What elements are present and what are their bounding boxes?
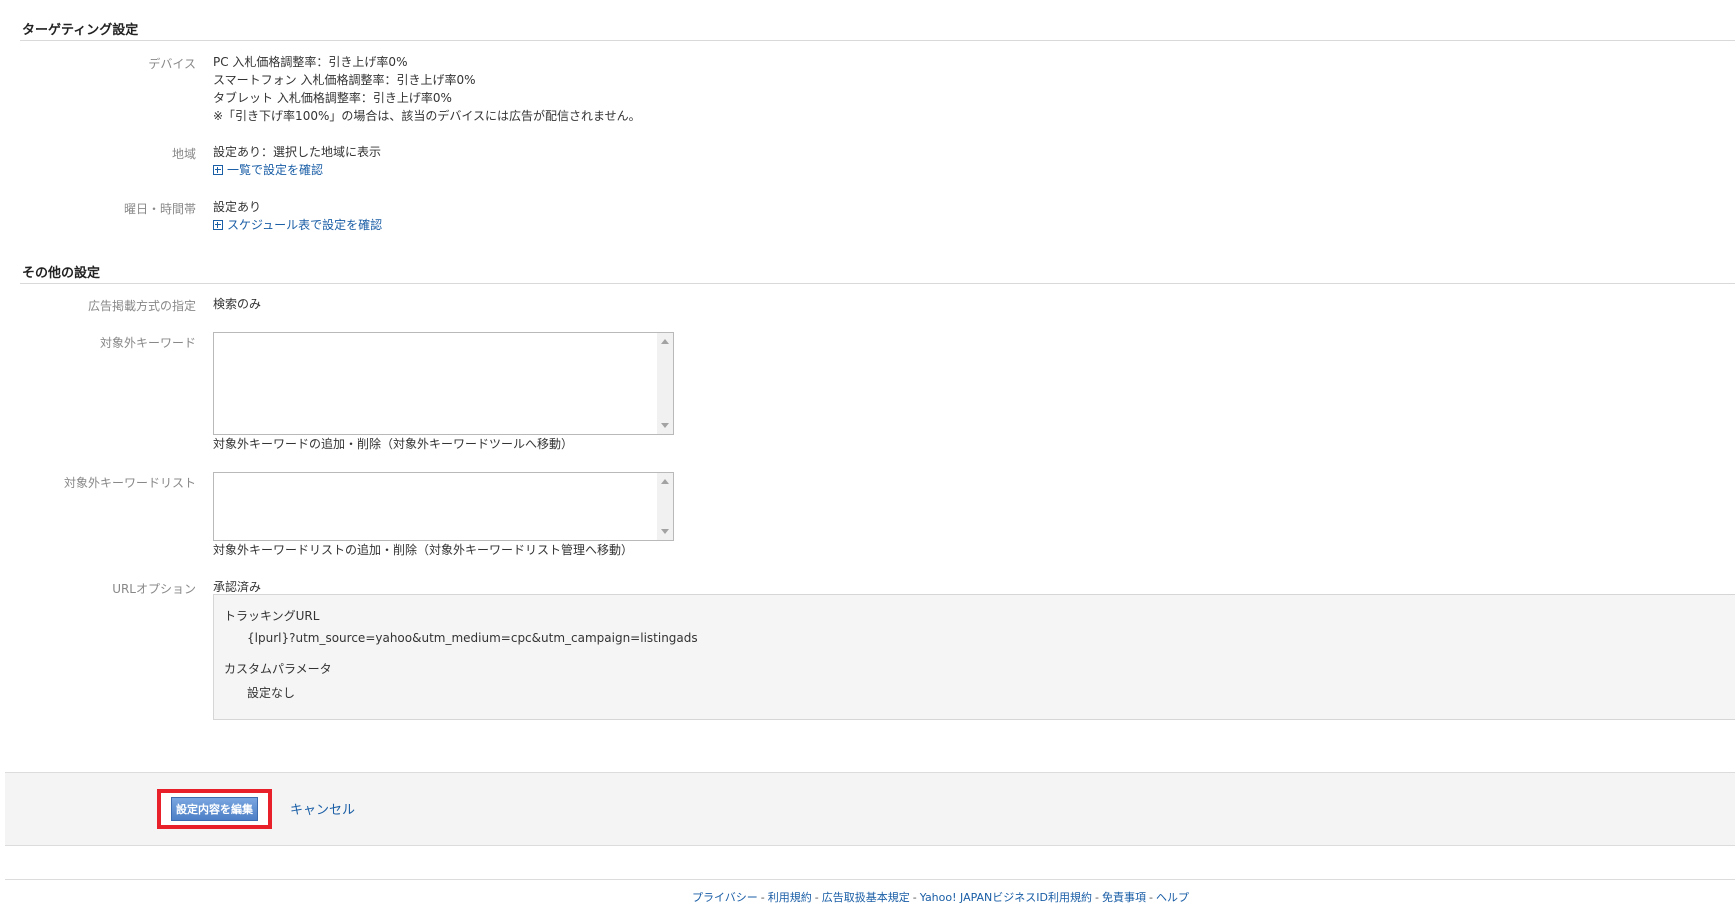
expand-plus-icon — [213, 220, 223, 230]
edit-settings-button[interactable]: 設定内容を編集 — [171, 797, 258, 821]
expand-plus-icon — [213, 165, 223, 175]
footer-separator: - — [760, 891, 765, 904]
negative-keywords-textarea[interactable] — [214, 333, 656, 434]
footer-link-help[interactable]: ヘルプ — [1156, 891, 1189, 904]
cancel-link[interactable]: キャンセル — [290, 799, 355, 818]
region-confirm-link[interactable]: 一覧で設定を確認 — [213, 161, 381, 179]
edit-button-highlight: 設定内容を編集 — [157, 789, 272, 829]
custom-parameter-title: カスタムパラメータ — [224, 662, 332, 676]
footer-separator: - — [912, 891, 917, 904]
schedule-value: 設定あり — [213, 200, 262, 214]
footer-separator: - — [1148, 891, 1153, 904]
negative-keyword-list-label: 対象外キーワードリスト — [63, 476, 196, 490]
url-option-label: URLオプション — [112, 582, 196, 596]
ad-display-label: 広告掲載方式の指定 — [87, 299, 196, 313]
device-pc-line: PC 入札価格調整率：引き上げ率0% — [213, 55, 408, 69]
custom-parameter-value: 設定なし — [247, 686, 296, 700]
region-value-block: 設定あり：選択した地域に表示 一覧で設定を確認 — [213, 143, 381, 179]
footer-separator: - — [814, 891, 819, 904]
tracking-url-value: {lpurl}?utm_source=yahoo&utm_medium=cpc&… — [247, 631, 698, 645]
negative-keywords-label: 対象外キーワード — [99, 336, 196, 350]
negative-keyword-list-textarea[interactable] — [214, 473, 656, 540]
device-tablet-line: タブレット 入札価格調整率：引き上げ率0% — [213, 91, 452, 105]
scroll-up-arrow-icon[interactable] — [661, 339, 669, 344]
targeting-section-divider — [20, 40, 1735, 41]
negative-keywords-edit-link[interactable]: 対象外キーワードの追加・削除（対象外キーワードツールへ移動） — [213, 435, 573, 453]
footer-link-privacy[interactable]: プライバシー — [692, 891, 758, 904]
device-value: PC 入札価格調整率：引き上げ率0% スマートフォン 入札価格調整率：引き上げ率… — [213, 53, 641, 125]
scroll-down-arrow-icon[interactable] — [661, 423, 669, 428]
negative-keyword-list-scrollbar[interactable] — [657, 473, 673, 540]
region-value: 設定あり：選択した地域に表示 — [213, 145, 382, 159]
footer-links: プライバシー - 利用規約 - 広告取扱基本規定 - Yahoo! JAPANビジネスID利… — [692, 889, 1189, 905]
targeting-section-title: ターゲティング設定 — [22, 23, 139, 38]
footer-link-terms[interactable]: 利用規約 — [768, 891, 812, 904]
tracking-url-title: トラッキングURL — [224, 609, 320, 623]
device-label: デバイス — [148, 57, 196, 71]
scroll-down-arrow-icon[interactable] — [661, 529, 669, 534]
footer-separator: - — [1095, 891, 1099, 904]
negative-keyword-list-textarea-box — [213, 472, 674, 541]
negative-keywords-textarea-box — [213, 332, 674, 435]
schedule-value-block: 設定あり スケジュール表で設定を確認 — [213, 198, 382, 234]
region-label: 地域 — [171, 147, 196, 161]
negative-keywords-scrollbar[interactable] — [657, 333, 673, 434]
other-section-title: その他の設定 — [22, 266, 101, 281]
schedule-confirm-link[interactable]: スケジュール表で設定を確認 — [213, 216, 382, 234]
footer-link-disclaimer[interactable]: 免責事項 — [1102, 891, 1146, 904]
other-section-divider — [20, 283, 1735, 284]
scroll-up-arrow-icon[interactable] — [661, 479, 669, 484]
negative-keyword-list-edit-link[interactable]: 対象外キーワードリストの追加・削除（対象外キーワードリスト管理へ移動） — [213, 541, 633, 559]
region-confirm-link-text: 一覧で設定を確認 — [227, 163, 324, 177]
footer-link-ad-policy[interactable]: 広告取扱基本規定 — [822, 891, 910, 904]
url-option-details: トラッキングURL {lpurl}?utm_source=yahoo&utm_m… — [213, 594, 1735, 720]
footer-divider — [5, 879, 1735, 880]
device-note-line: ※「引き下げ率100%」の場合は、該当のデバイスには広告が配信されません。 — [213, 109, 641, 123]
schedule-confirm-link-text: スケジュール表で設定を確認 — [227, 218, 383, 232]
ad-display-value: 検索のみ — [213, 297, 262, 311]
schedule-label: 曜日・時間帯 — [123, 202, 196, 216]
device-smartphone-line: スマートフォン 入札価格調整率：引き上げ率0% — [213, 73, 476, 87]
footer-link-business-id-terms[interactable]: Yahoo! JAPANビジネスID利用規約 — [920, 891, 1092, 904]
